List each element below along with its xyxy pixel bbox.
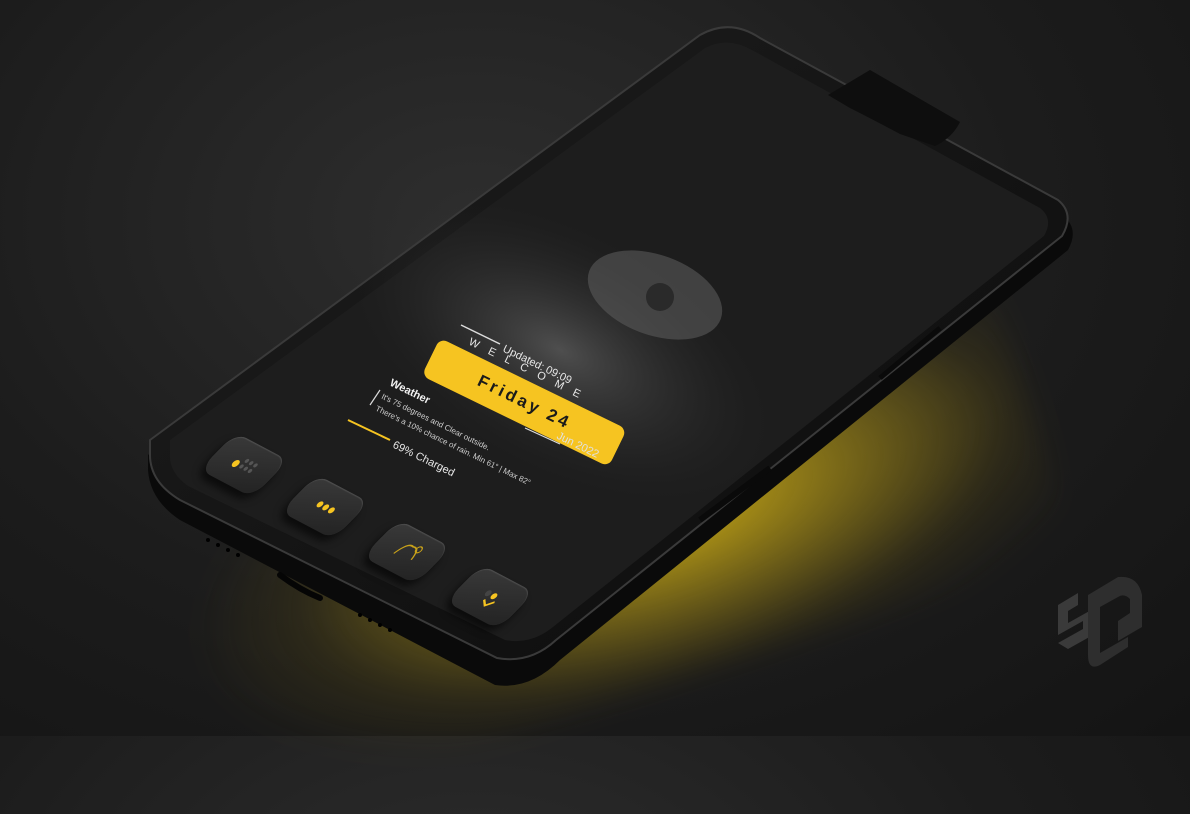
phone-device [148,26,1073,686]
brand-logo [1058,576,1142,667]
